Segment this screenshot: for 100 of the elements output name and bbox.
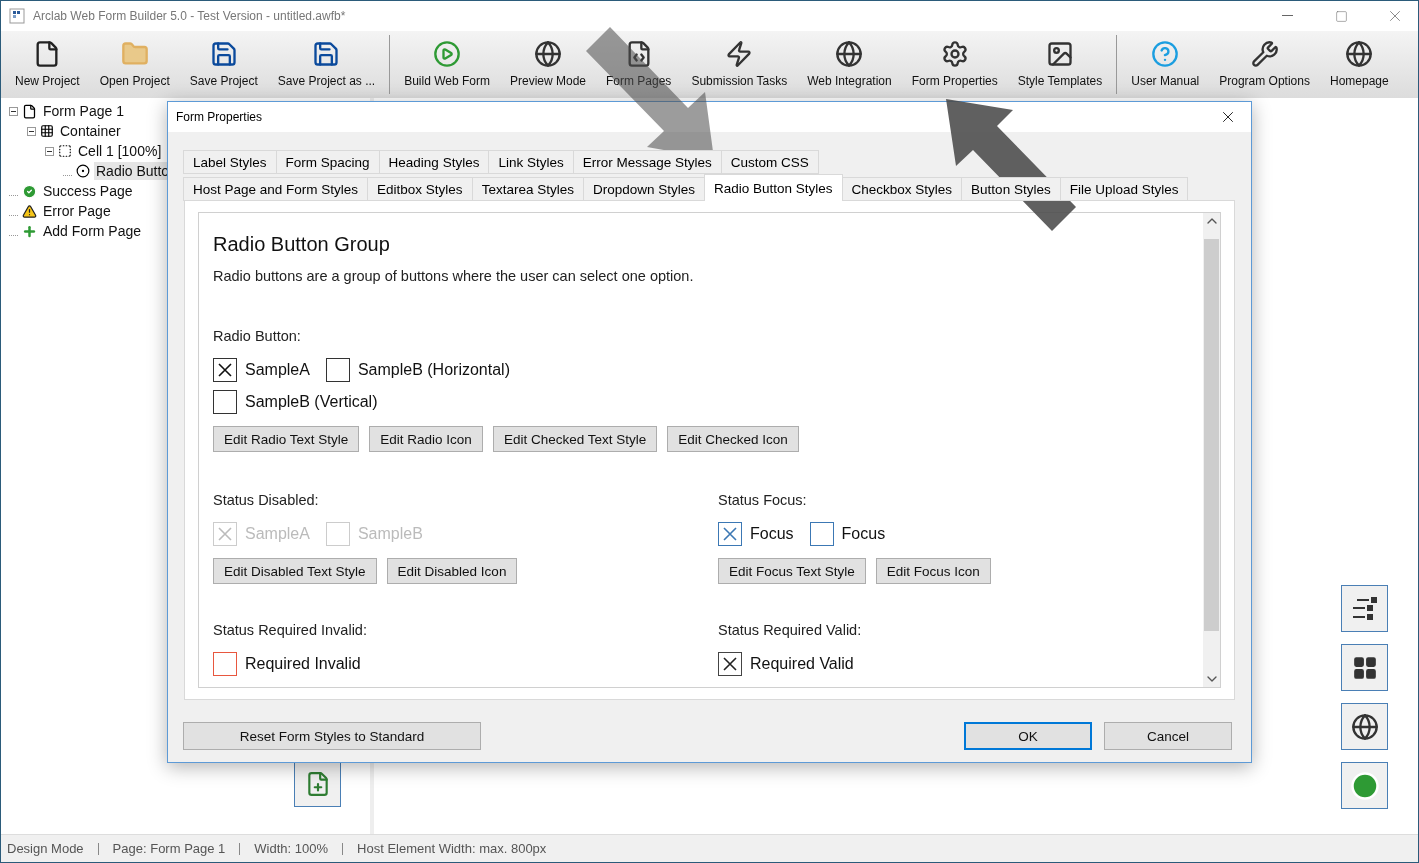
folder-icon — [120, 40, 149, 68]
option-label: SampleA — [245, 525, 310, 543]
tree-item[interactable]: Cell 1 [100%] — [76, 142, 164, 160]
status-text: Width: 100% — [239, 842, 343, 855]
checkbox[interactable] — [718, 652, 742, 676]
toolbar-button[interactable]: Homepage — [1319, 35, 1399, 94]
option-label: Focus — [841, 525, 886, 543]
edit-style-button[interactable]: Edit Focus Text Style — [718, 558, 866, 584]
tree-item[interactable]: Success Page — [41, 182, 135, 200]
tree-item[interactable]: Container — [58, 122, 123, 140]
checkbox[interactable] — [213, 390, 237, 414]
globe-icon — [534, 40, 562, 68]
toolbar-button[interactable]: Preview Mode — [500, 35, 596, 94]
warning-icon — [22, 203, 37, 219]
floppy-disk-plus-icon — [312, 40, 341, 68]
dialog-button[interactable]: Cancel — [1104, 722, 1232, 750]
expand-toggle[interactable] — [45, 146, 54, 156]
wrench-icon — [1250, 40, 1279, 68]
cross-mark-icon — [723, 657, 737, 671]
tree-item[interactable]: Add Form Page — [41, 222, 144, 240]
tab[interactable]: Label Styles — [183, 150, 277, 174]
window-title: Arclab Web Form Builder 5.0 - Test Version - untitled.awfb* — [33, 9, 347, 23]
edit-style-button[interactable]: Edit Checked Icon — [667, 426, 799, 452]
toolbar-button[interactable]: Form Properties — [901, 35, 1008, 94]
toolbar-button[interactable]: New Project — [5, 35, 90, 94]
tab[interactable]: Error Message Styles — [572, 150, 722, 174]
tab[interactable]: File Upload Styles — [1059, 177, 1189, 201]
edit-style-button[interactable]: Edit Focus Icon — [875, 558, 991, 584]
check-circle-icon — [22, 183, 37, 199]
cross-mark-icon — [723, 527, 737, 541]
edit-style-button[interactable]: Edit Checked Text Style — [492, 426, 658, 452]
tab[interactable]: Host Page and Form Styles — [183, 177, 369, 201]
option-label: Required Invalid — [245, 655, 361, 673]
cross-mark-icon — [218, 363, 232, 377]
section-label: Status Required Invalid: — [213, 622, 368, 638]
toolbar-button[interactable]: Program Options — [1209, 35, 1320, 94]
dialog-title: Form Properties — [176, 110, 264, 124]
preview-button[interactable] — [1341, 703, 1388, 750]
option-label: Required Valid — [750, 655, 854, 673]
section-label: Status Required Valid: — [718, 622, 863, 638]
edit-style-button[interactable]: Edit Radio Text Style — [213, 426, 360, 452]
section-label: Status Focus: — [718, 492, 808, 508]
section-heading: Radio Button Group — [213, 233, 391, 256]
tree-item[interactable]: Error Page — [41, 202, 113, 220]
section-label: Radio Button: — [213, 328, 302, 344]
toolbar-button[interactable]: Web Integration — [797, 35, 902, 94]
dialog-button[interactable]: Reset Form Styles to Standard — [183, 722, 481, 750]
status-text: Design Mode — [7, 842, 85, 855]
tab[interactable]: Link Styles — [488, 150, 574, 174]
checkbox[interactable] — [809, 522, 834, 546]
grid-icon — [1351, 654, 1378, 681]
tab[interactable]: Radio Button Styles — [704, 174, 843, 201]
add-page-button[interactable] — [294, 761, 341, 807]
minimize-icon — [1281, 15, 1293, 17]
toolbar-button[interactable]: Style Templates — [1007, 35, 1113, 94]
scrollbar[interactable] — [1203, 213, 1220, 687]
section-label: Status Disabled: — [213, 492, 320, 508]
maximize-icon — [1334, 9, 1348, 23]
toolbar-button[interactable]: Open Project — [89, 35, 180, 94]
checkbox[interactable] — [718, 522, 742, 546]
settings-icon — [940, 40, 969, 68]
cross-mark-icon — [218, 527, 232, 541]
edit-style-button[interactable]: Edit Radio Icon — [369, 426, 483, 452]
option-label: SampleA — [245, 361, 310, 379]
app-logo-icon — [9, 8, 25, 24]
checkbox[interactable] — [213, 652, 237, 676]
checkbox[interactable] — [325, 358, 350, 382]
plus-icon — [22, 223, 37, 239]
toolbar-button[interactable]: Save Project — [179, 35, 268, 94]
grid-icon — [40, 124, 54, 138]
edit-style-button[interactable]: Edit Disabled Text Style — [213, 558, 377, 584]
build-button[interactable] — [1341, 762, 1388, 809]
tab[interactable]: Button Styles — [961, 177, 1061, 201]
lightning-icon — [725, 40, 754, 68]
checkbox[interactable] — [213, 358, 237, 382]
tab[interactable]: Form Spacing — [275, 150, 380, 174]
properties-button[interactable] — [1341, 585, 1388, 632]
radio-icon — [76, 164, 90, 178]
globe-icon — [1345, 40, 1374, 68]
tree-item[interactable]: Form Page 1 — [41, 102, 126, 120]
toolbar-button[interactable]: User Manual — [1121, 35, 1210, 94]
expand-toggle[interactable] — [9, 106, 18, 116]
layout-button[interactable] — [1341, 644, 1388, 691]
tab[interactable]: Custom CSS — [720, 150, 819, 174]
edit-style-button[interactable]: Edit Disabled Icon — [386, 558, 518, 584]
dialog-button[interactable]: OK — [964, 722, 1092, 750]
globe-icon — [835, 40, 864, 68]
description-text: Radio buttons are a group of buttons where the user can select one option. — [213, 268, 695, 284]
option-label: Focus — [750, 525, 794, 543]
expand-toggle[interactable] — [27, 126, 36, 136]
tab[interactable]: Heading Styles — [378, 150, 490, 174]
globe-icon — [1350, 712, 1379, 741]
picture-frame-icon — [1046, 40, 1074, 68]
toolbar-button[interactable]: Build Web Form — [394, 35, 500, 94]
status-text: Page: Form Page 1 — [97, 842, 240, 855]
toolbar-button[interactable]: Save Project as ... — [267, 35, 386, 94]
toolbar-button[interactable]: Submission Tasks — [681, 35, 798, 94]
option-label: SampleB (Vertical) — [245, 393, 378, 411]
status-text: Host Element Width: max. 800px — [342, 842, 561, 855]
cell-icon — [58, 144, 72, 158]
